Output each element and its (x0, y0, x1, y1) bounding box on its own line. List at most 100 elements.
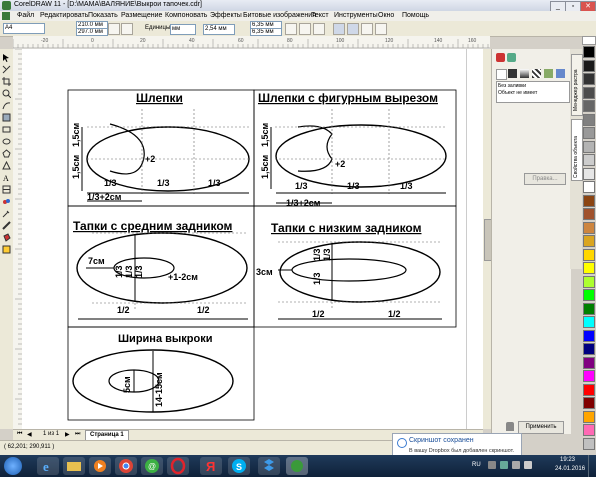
freehand-tool-icon[interactable] (2, 101, 11, 110)
yandex-icon[interactable]: Я (200, 457, 222, 475)
palette-swatch[interactable] (583, 437, 595, 450)
palette-swatch[interactable] (583, 46, 595, 58)
portrait-icon[interactable] (108, 23, 120, 35)
units-icon[interactable] (285, 23, 297, 35)
palette-swatch[interactable] (583, 316, 595, 328)
nudge-field[interactable]: 2,54 мм (203, 24, 235, 35)
guides-icon[interactable] (347, 23, 359, 35)
options-icon[interactable] (375, 23, 387, 35)
palette-swatch[interactable] (583, 73, 595, 85)
palette-swatch[interactable] (583, 194, 595, 207)
explorer-icon[interactable] (63, 457, 85, 475)
apply-button[interactable]: Применить (518, 421, 564, 434)
fountain-fill-icon[interactable] (520, 69, 529, 78)
smart-fill-icon[interactable] (2, 113, 11, 122)
ellipse-tool-icon[interactable] (2, 137, 11, 146)
text-tool-icon[interactable]: A (2, 173, 11, 183)
clock-date[interactable]: 24.01.2016 (555, 466, 585, 472)
menu-edit[interactable]: Редактировать (40, 12, 88, 19)
menu-text[interactable]: Текст (311, 12, 329, 19)
ie-icon[interactable]: e (37, 457, 59, 475)
snap-icon[interactable] (313, 23, 325, 35)
palette-swatch[interactable] (583, 127, 595, 139)
palette-swatch[interactable] (583, 343, 595, 355)
menu-bitmaps[interactable]: Битовые изображения (243, 12, 316, 19)
palette-swatch[interactable] (583, 59, 595, 72)
chrome-icon[interactable] (115, 457, 137, 475)
palette-swatch[interactable] (583, 154, 595, 166)
opera-icon[interactable] (167, 457, 189, 475)
duplicate-y-field[interactable]: 6,35 мм (250, 28, 282, 36)
palette-swatch[interactable] (583, 262, 595, 274)
no-color-swatch[interactable] (582, 36, 596, 45)
clock-time[interactable]: 19:23 (560, 457, 575, 463)
vertical-scrollbar[interactable] (483, 49, 492, 429)
palette-swatch[interactable] (583, 397, 595, 409)
table-tool-icon[interactable] (2, 185, 11, 194)
outline-tool-icon[interactable] (2, 221, 11, 230)
shape-tool-icon[interactable] (2, 65, 11, 74)
palette-swatch[interactable] (583, 100, 595, 112)
palette-swatch[interactable] (583, 289, 595, 301)
menu-window[interactable]: Окно (378, 12, 394, 19)
menu-help[interactable]: Помощь (402, 12, 429, 19)
dropbox-taskbar-icon[interactable] (258, 457, 280, 475)
paper-size-select[interactable]: A4 (3, 23, 45, 34)
palette-swatch[interactable] (583, 167, 595, 180)
show-desktop-button[interactable] (588, 455, 596, 477)
coreldraw-taskbar-icon[interactable] (286, 457, 308, 475)
palette-swatch[interactable] (583, 383, 595, 396)
palette-swatch[interactable] (583, 86, 595, 99)
palette-swatch[interactable] (583, 221, 595, 234)
landscape-icon[interactable] (121, 23, 133, 35)
interactive-blend-icon[interactable] (2, 197, 11, 206)
zoom-tool-icon[interactable] (2, 89, 12, 99)
media-player-icon[interactable] (89, 457, 111, 475)
palette-swatch[interactable] (583, 235, 595, 247)
skype-icon[interactable]: S (228, 457, 250, 475)
palette-swatch[interactable] (583, 356, 595, 369)
volume-icon[interactable] (524, 461, 532, 469)
first-page-icon[interactable]: ⏮ (17, 431, 22, 438)
objects-icon[interactable] (361, 23, 373, 35)
units-select[interactable]: мм (170, 24, 196, 35)
prev-page-icon[interactable]: ◀ (27, 431, 32, 438)
crop-tool-icon[interactable] (2, 77, 11, 86)
menu-layout[interactable]: Компоновать (165, 12, 207, 19)
palette-swatch[interactable] (583, 208, 595, 220)
language-indicator[interactable]: RU (472, 462, 481, 468)
page-height-field[interactable]: 297.0 мм (76, 28, 108, 36)
eyedropper-icon[interactable] (2, 209, 11, 218)
menu-view[interactable]: Показать (88, 12, 118, 19)
basic-shapes-icon[interactable] (2, 160, 11, 170)
menu-arrange[interactable]: Размещение (121, 12, 162, 19)
pattern-fill-icon[interactable] (532, 69, 541, 78)
palette-swatch[interactable] (583, 140, 595, 153)
uniform-fill-icon[interactable] (508, 69, 517, 78)
next-page-icon[interactable]: ▶ (65, 431, 70, 438)
last-page-icon[interactable]: ⏭ (75, 431, 80, 438)
tray-icon-2[interactable] (500, 461, 508, 469)
drawing-canvas[interactable]: Шлепки 1,5см 1,5см +2 1/3 1/3 1/3 1/3+2с… (22, 49, 490, 429)
start-button[interactable] (4, 457, 22, 475)
palette-swatch[interactable] (583, 113, 595, 126)
no-fill-icon[interactable] (496, 69, 507, 80)
treat-as-filled-icon[interactable] (299, 23, 311, 35)
polygon-tool-icon[interactable] (2, 149, 11, 158)
pick-tool-icon[interactable] (2, 53, 11, 62)
interactive-fill-icon[interactable] (2, 245, 11, 254)
palette-swatch[interactable] (583, 370, 595, 382)
menu-tools[interactable]: Инструменты (334, 12, 378, 19)
menu-effects[interactable]: Эффекты (210, 12, 242, 19)
fill-tab-icon[interactable] (496, 53, 505, 62)
outline-tab-icon[interactable] (507, 53, 516, 62)
mail-agent-icon[interactable]: @ (141, 457, 163, 475)
palette-swatch[interactable] (583, 248, 595, 261)
fill-tool-icon[interactable] (2, 233, 11, 242)
menu-file[interactable]: Файл (17, 12, 34, 19)
postscript-fill-icon[interactable] (556, 69, 565, 78)
rectangle-tool-icon[interactable] (2, 125, 11, 134)
network-icon[interactable] (512, 461, 520, 469)
palette-swatch[interactable] (583, 329, 595, 342)
texture-fill-icon[interactable] (544, 69, 553, 78)
